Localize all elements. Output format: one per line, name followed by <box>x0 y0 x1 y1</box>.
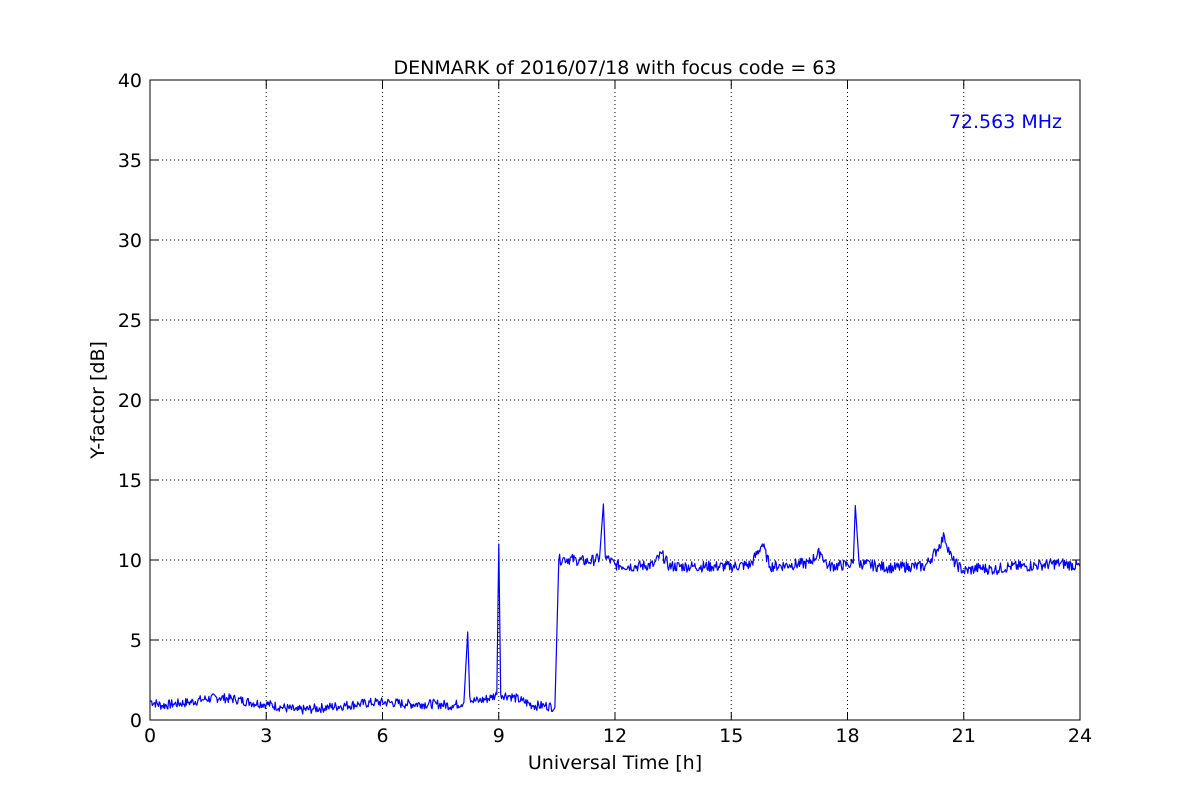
x-axis-label: Universal Time [h] <box>528 752 702 774</box>
chart: 0 3 6 9 12 15 18 21 24 0 5 10 15 20 25 30 35 40 DENMARK … <box>0 0 1200 800</box>
y-tick-label: 40 <box>118 70 142 92</box>
y-axis-label: Y-factor [dB] <box>87 341 109 460</box>
y-tick-label: 10 <box>118 550 142 572</box>
y-tick-label: 0 <box>130 710 142 732</box>
x-tick-label: 12 <box>603 725 627 747</box>
y-tick-label: 35 <box>118 150 142 172</box>
x-tick-label: 0 <box>144 725 156 747</box>
y-tick-label: 30 <box>118 230 142 252</box>
y-tick-label: 20 <box>118 390 142 412</box>
frequency-annotation: 72.563 MHz <box>949 111 1062 133</box>
y-tick-label: 25 <box>118 310 142 332</box>
x-tick-label: 18 <box>835 725 859 747</box>
x-tick-label: 21 <box>952 725 976 747</box>
x-tick-label: 6 <box>376 725 388 747</box>
y-tick-label: 5 <box>130 630 142 652</box>
chart-title: DENMARK of 2016/07/18 with focus code = … <box>394 57 837 79</box>
y-tick-label: 15 <box>118 470 142 492</box>
x-tick-label: 24 <box>1068 725 1092 747</box>
x-tick-label: 3 <box>260 725 272 747</box>
x-tick-label: 9 <box>493 725 505 747</box>
x-tick-label: 15 <box>719 725 743 747</box>
